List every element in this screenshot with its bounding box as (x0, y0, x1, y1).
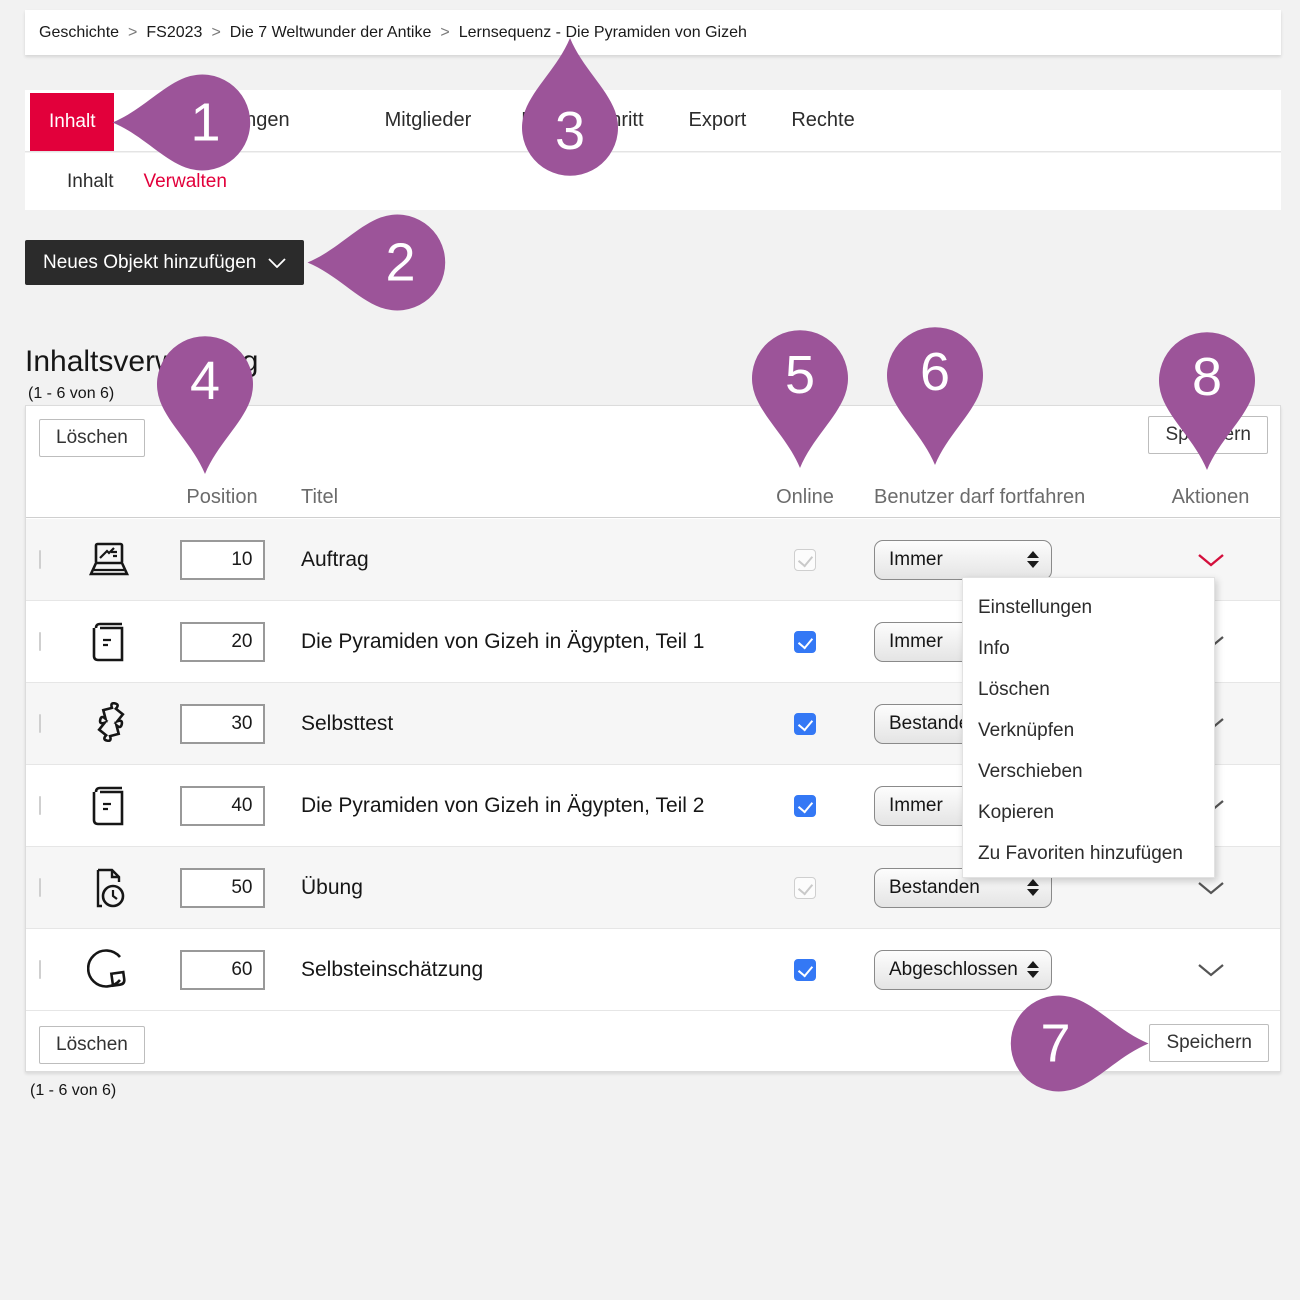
menu-item-zu-favoriten[interactable]: Zu Favoriten hinzufügen (963, 833, 1214, 874)
select-arrows-icon (1027, 961, 1039, 978)
menu-item-kopieren[interactable]: Kopieren (963, 792, 1214, 833)
select-arrows-icon (1027, 551, 1039, 568)
proceed-select[interactable]: Abgeschlossen (874, 950, 1052, 990)
actions-dropdown-menu: Einstellungen Info Löschen Verknüpfen Ve… (962, 577, 1215, 878)
exercise-clock-icon (86, 865, 132, 911)
breadcrumb: Geschichte > FS2023 > Die 7 Weltwunder d… (25, 10, 1281, 55)
subtab-inhalt[interactable]: Inhalt (67, 171, 113, 193)
menu-item-einstellungen[interactable]: Einstellungen (963, 587, 1214, 628)
online-checkbox[interactable] (794, 631, 816, 653)
row-select-checkbox[interactable] (39, 796, 41, 815)
add-object-button[interactable]: Neues Objekt hinzufügen (25, 240, 304, 285)
column-header-position: Position (163, 486, 281, 509)
tab-inhalt[interactable]: Inhalt (30, 93, 114, 151)
online-checkbox[interactable] (794, 713, 816, 735)
row-title: Übung (281, 876, 756, 900)
save-button-top[interactable]: Speichern (1148, 416, 1268, 454)
puzzle-icon (86, 701, 132, 747)
proceed-select-value: Abgeschlossen (889, 959, 1018, 981)
online-checkbox[interactable] (794, 959, 816, 981)
annotation-marker-label: 2 (351, 217, 451, 309)
row-select-checkbox[interactable] (39, 960, 41, 979)
subtab-verwalten[interactable]: Verwalten (143, 171, 226, 193)
tab-mitglieder[interactable]: Mitglieder (385, 90, 472, 151)
menu-item-loeschen[interactable]: Löschen (963, 669, 1214, 710)
chevron-down-icon (268, 252, 286, 274)
tab-export[interactable]: Export (689, 90, 747, 151)
annotation-marker-2: 2 (308, 213, 453, 313)
proceed-select-value: Immer (889, 549, 943, 571)
menu-item-info[interactable]: Info (963, 628, 1214, 669)
actions-chevron[interactable] (1154, 963, 1267, 977)
position-input[interactable] (180, 786, 265, 826)
column-header-proceed: Benutzer darf fortfahren (854, 486, 1154, 509)
row-select-checkbox[interactable] (39, 714, 41, 733)
result-range-top: (1 - 6 von 6) (28, 385, 114, 403)
menu-item-verknuepfen[interactable]: Verknüpfen (963, 710, 1214, 751)
breadcrumb-separator: > (440, 24, 449, 42)
row-select-checkbox[interactable] (39, 550, 41, 569)
actions-chevron[interactable] (1154, 881, 1267, 895)
tab-einstellungen[interactable]: Einstellungen (169, 90, 289, 151)
survey-icon (86, 947, 132, 993)
result-range-bottom: (1 - 6 von 6) (30, 1082, 116, 1100)
proceed-select-value: Immer (889, 631, 943, 653)
online-checkbox[interactable] (794, 877, 816, 899)
tab-lernfortschritt[interactable]: Lernfortschritt (521, 90, 643, 151)
breadcrumb-item-geschichte[interactable]: Geschichte (39, 24, 119, 42)
online-checkbox[interactable] (794, 549, 816, 571)
online-checkbox[interactable] (794, 795, 816, 817)
row-title: Die Pyramiden von Gizeh in Ägypten, Teil… (281, 630, 756, 654)
actions-chevron-open[interactable] (1154, 553, 1267, 567)
learning-module-icon (86, 619, 132, 665)
subtab-bar: Inhalt Verwalten (25, 153, 1281, 210)
row-title: Selbsttest (281, 712, 756, 736)
delete-button-top[interactable]: Löschen (39, 419, 145, 457)
position-input[interactable] (180, 868, 265, 908)
learning-module-icon (86, 783, 132, 829)
row-title: Auftrag (281, 548, 756, 572)
position-input[interactable] (180, 622, 265, 662)
breadcrumb-item-weltwunder[interactable]: Die 7 Weltwunder der Antike (230, 24, 432, 42)
save-button-bottom[interactable]: Speichern (1149, 1024, 1269, 1062)
page-title: Inhaltsverwaltung (25, 345, 258, 379)
proceed-select-value: Bestanden (889, 877, 980, 899)
assignment-laptop-icon (86, 537, 132, 583)
column-header-aktionen: Aktionen (1154, 486, 1267, 509)
column-header-titel: Titel (281, 486, 756, 509)
proceed-select[interactable]: Immer (874, 540, 1052, 580)
row-title: Selbsteinschätzung (281, 958, 756, 982)
column-header-online: Online (756, 486, 854, 509)
position-input[interactable] (180, 540, 265, 580)
tab-rechte[interactable]: Rechte (791, 90, 854, 151)
row-title: Die Pyramiden von Gizeh in Ägypten, Teil… (281, 794, 756, 818)
breadcrumb-separator: > (128, 24, 137, 42)
breadcrumb-item-lernsequenz[interactable]: Lernsequenz - Die Pyramiden von Gizeh (459, 24, 747, 42)
position-input[interactable] (180, 950, 265, 990)
menu-item-verschieben[interactable]: Verschieben (963, 751, 1214, 792)
select-arrows-icon (1027, 879, 1039, 896)
row-select-checkbox[interactable] (39, 878, 41, 897)
add-object-button-label: Neues Objekt hinzufügen (43, 252, 256, 274)
position-input[interactable] (180, 704, 265, 744)
row-select-checkbox[interactable] (39, 632, 41, 651)
proceed-select-value: Immer (889, 795, 943, 817)
table-header-row: Position Titel Online Benutzer darf fort… (26, 466, 1280, 518)
breadcrumb-separator: > (211, 24, 220, 42)
breadcrumb-item-fs2023[interactable]: FS2023 (146, 24, 202, 42)
delete-button-bottom[interactable]: Löschen (39, 1026, 145, 1064)
table-row: Selbsteinschätzung Abgeschlossen (26, 929, 1280, 1011)
tab-bar: Inhalt Einstellungen Mitglieder Lernfort… (25, 90, 1281, 152)
